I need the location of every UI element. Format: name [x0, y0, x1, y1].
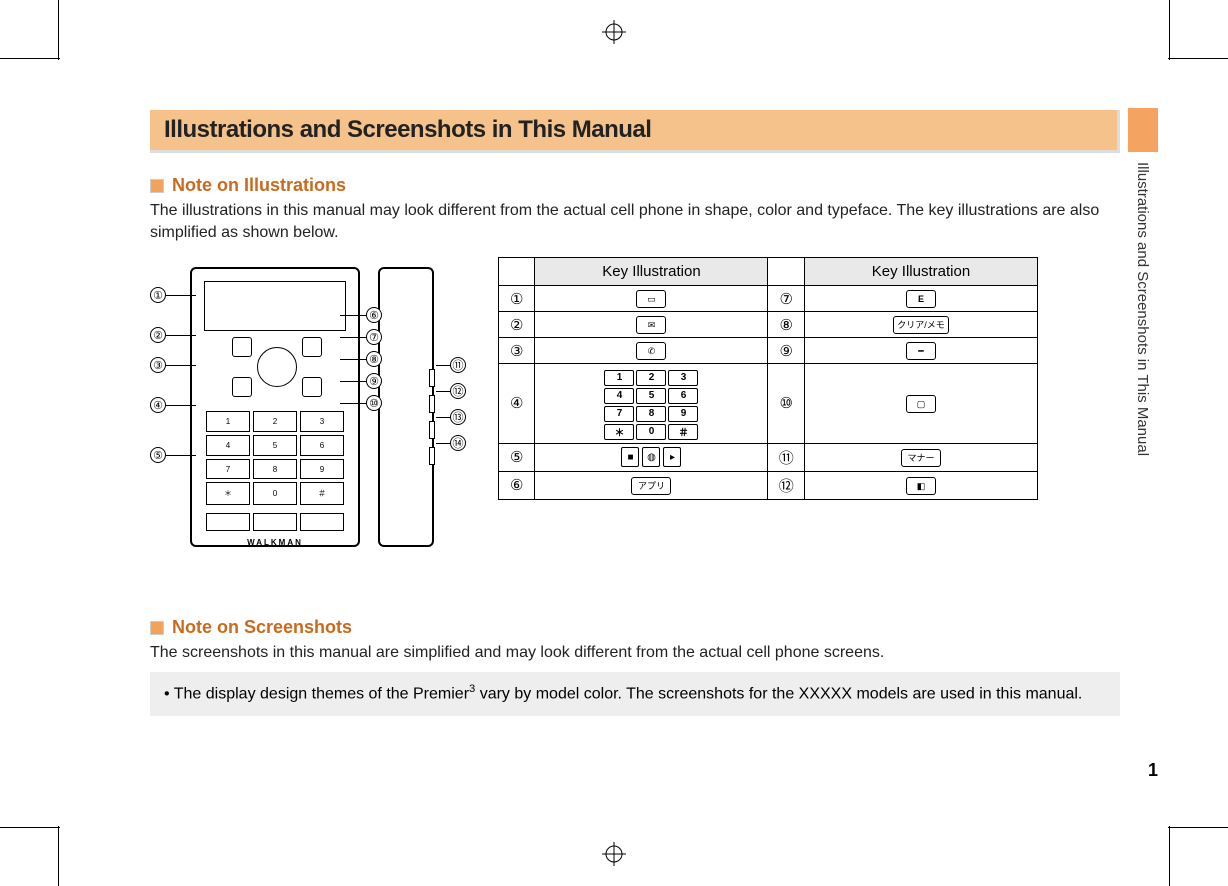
section-bullet-icon	[150, 621, 164, 635]
note-box: • The display design themes of the Premi…	[150, 672, 1120, 716]
table-row: ① ▭ ⑦ E	[499, 286, 1038, 312]
section-body: The screenshots in this manual are simpl…	[150, 642, 1140, 664]
book-icon: ▭	[636, 290, 666, 308]
win-icon: ▢	[906, 395, 936, 413]
table-row: ⑥ アプリ ⑫ ◧	[499, 471, 1038, 499]
table-header-2: Key Illustration	[804, 258, 1037, 286]
callout-3: ③	[150, 357, 166, 373]
note-text: • The display design themes of the Premi…	[164, 682, 1082, 706]
numpad-icon: 123 456 789 ＊0＃	[604, 370, 698, 440]
section-illustrations: Note on Illustrations The illustrations …	[150, 175, 1140, 557]
callout-14: ⑭	[450, 435, 466, 451]
section-bullet-icon	[150, 179, 164, 193]
section-heading: Note on Illustrations	[172, 175, 346, 196]
callout-13: ⑬	[450, 409, 466, 425]
table-row: ③ ✆ ⑨ ━	[499, 338, 1038, 364]
table-row: ④ 123 456 789 ＊0＃ ⑩ ▢	[499, 364, 1038, 444]
end-icon: ━	[906, 342, 936, 360]
key-illustration-table: Key Illustration Key Illustration ① ▭ ⑦ …	[498, 257, 1038, 500]
callout-2: ②	[150, 327, 166, 343]
callout-1: ①	[150, 287, 166, 303]
phone-illustration-group: 123 456 789 ＊0＃ WALKMAN ①	[150, 257, 474, 557]
table-header-1: Key Illustration	[535, 258, 768, 286]
e-icon: E	[906, 290, 936, 308]
table-row: ⑤ ■◍▸ ⑪ マナー	[499, 443, 1038, 471]
section-screenshots: Note on Screenshots The screenshots in t…	[150, 617, 1140, 715]
center-trio-icon: ■◍▸	[621, 447, 681, 467]
call-icon: ✆	[636, 342, 666, 360]
phone-front-illustration: 123 456 789 ＊0＃ WALKMAN	[190, 267, 360, 547]
walkman-logo: WALKMAN	[192, 538, 358, 547]
section-body: The illustrations in this manual may loo…	[150, 200, 1140, 243]
table-row: ② ✉ ⑧ クリア/メモ	[499, 312, 1038, 338]
camera-icon: ◧	[906, 477, 936, 495]
page-number: 1	[1148, 760, 1158, 781]
callout-12: ⑫	[450, 383, 466, 399]
phone-side-illustration	[378, 267, 434, 547]
appli-key: アプリ	[631, 477, 671, 495]
page-title: Illustrations and Screenshots in This Ma…	[150, 110, 1120, 153]
mail-icon: ✉	[636, 316, 666, 334]
clear-memo-key: クリア/メモ	[893, 316, 949, 334]
callout-5: ⑤	[150, 447, 166, 463]
manner-key: マナー	[901, 449, 941, 467]
section-heading: Note on Screenshots	[172, 617, 352, 638]
callout-4: ④	[150, 397, 166, 413]
callout-11: ⑪	[450, 357, 466, 373]
registration-mark-top	[602, 20, 626, 44]
registration-mark-bottom	[602, 842, 626, 866]
